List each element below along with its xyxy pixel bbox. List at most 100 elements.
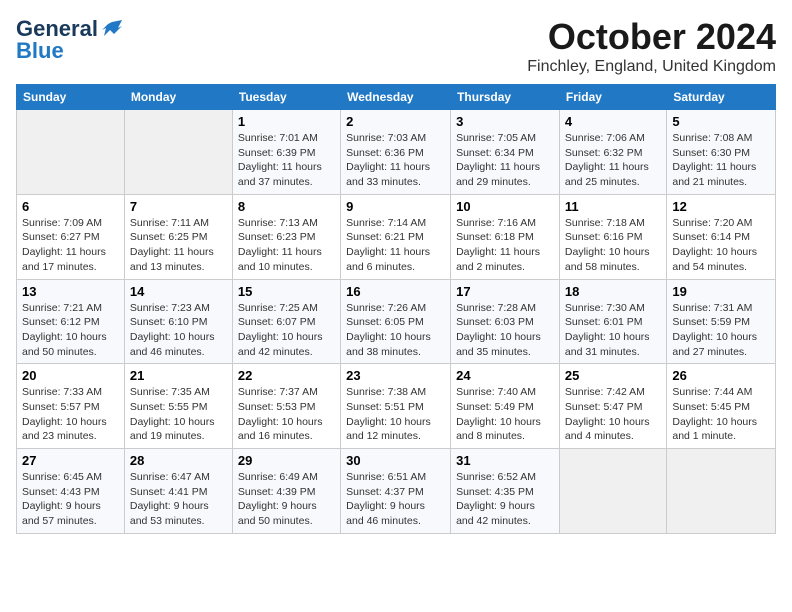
calendar-header-row: SundayMondayTuesdayWednesdayThursdayFrid… (17, 85, 776, 110)
day-number: 22 (238, 368, 335, 383)
calendar-cell: 13 Sunrise: 7:21 AM Sunset: 6:12 PM Dayli… (17, 279, 125, 364)
calendar-cell: 26 Sunrise: 7:44 AM Sunset: 5:45 PM Dayli… (667, 364, 776, 449)
day-info: Sunrise: 7:05 AM Sunset: 6:34 PM Dayligh… (456, 131, 554, 190)
header-day-saturday: Saturday (667, 85, 776, 110)
day-info: Sunrise: 6:49 AM Sunset: 4:39 PM Dayligh… (238, 470, 335, 529)
calendar-cell: 21 Sunrise: 7:35 AM Sunset: 5:55 PM Dayli… (124, 364, 232, 449)
day-info: Sunrise: 7:16 AM Sunset: 6:18 PM Dayligh… (456, 216, 554, 275)
day-number: 27 (22, 453, 119, 468)
header-day-tuesday: Tuesday (232, 85, 340, 110)
title-area: October 2024 Finchley, England, United K… (527, 16, 776, 76)
day-number: 5 (672, 114, 770, 129)
calendar-cell (17, 110, 125, 195)
day-info: Sunrise: 7:37 AM Sunset: 5:53 PM Dayligh… (238, 385, 335, 444)
calendar-cell: 1 Sunrise: 7:01 AM Sunset: 6:39 PM Daylig… (232, 110, 340, 195)
day-number: 4 (565, 114, 661, 129)
day-number: 12 (672, 199, 770, 214)
day-info: Sunrise: 7:42 AM Sunset: 5:47 PM Dayligh… (565, 385, 661, 444)
header-day-thursday: Thursday (451, 85, 560, 110)
calendar-cell: 12Sunrise: 7:20 AM Sunset: 6:14 PM Dayli… (667, 194, 776, 279)
calendar-cell: 23 Sunrise: 7:38 AM Sunset: 5:51 PM Dayli… (341, 364, 451, 449)
location-title: Finchley, England, United Kingdom (527, 58, 776, 76)
day-number: 10 (456, 199, 554, 214)
day-info: Sunrise: 7:21 AM Sunset: 6:12 PM Dayligh… (22, 301, 119, 360)
calendar-cell: 11 Sunrise: 7:18 AM Sunset: 6:16 PM Dayli… (559, 194, 666, 279)
calendar-cell: 16 Sunrise: 7:26 AM Sunset: 6:05 PM Dayli… (341, 279, 451, 364)
calendar-cell: 24Sunrise: 7:40 AM Sunset: 5:49 PM Dayli… (451, 364, 560, 449)
calendar-cell: 7Sunrise: 7:11 AM Sunset: 6:25 PM Daylig… (124, 194, 232, 279)
header-day-friday: Friday (559, 85, 666, 110)
calendar-cell: 20 Sunrise: 7:33 AM Sunset: 5:57 PM Dayli… (17, 364, 125, 449)
header-day-sunday: Sunday (17, 85, 125, 110)
month-title: October 2024 (527, 16, 776, 58)
day-info: Sunrise: 6:45 AM Sunset: 4:43 PM Dayligh… (22, 470, 119, 529)
calendar-cell (667, 449, 776, 534)
day-number: 25 (565, 368, 661, 383)
day-info: Sunrise: 7:13 AM Sunset: 6:23 PM Dayligh… (238, 216, 335, 275)
day-info: Sunrise: 7:23 AM Sunset: 6:10 PM Dayligh… (130, 301, 227, 360)
calendar-cell: 17 Sunrise: 7:28 AM Sunset: 6:03 PM Dayli… (451, 279, 560, 364)
day-number: 29 (238, 453, 335, 468)
day-number: 6 (22, 199, 119, 214)
day-number: 1 (238, 114, 335, 129)
day-number: 17 (456, 284, 554, 299)
day-info: Sunrise: 7:25 AM Sunset: 6:07 PM Dayligh… (238, 301, 335, 360)
calendar-cell: 2 Sunrise: 7:03 AM Sunset: 6:36 PM Daylig… (341, 110, 451, 195)
day-info: Sunrise: 7:35 AM Sunset: 5:55 PM Dayligh… (130, 385, 227, 444)
calendar-cell: 29 Sunrise: 6:49 AM Sunset: 4:39 PM Dayli… (232, 449, 340, 534)
day-info: Sunrise: 6:52 AM Sunset: 4:35 PM Dayligh… (456, 470, 554, 529)
day-number: 16 (346, 284, 445, 299)
calendar-cell (559, 449, 666, 534)
calendar-cell: 5 Sunrise: 7:08 AM Sunset: 6:30 PM Daylig… (667, 110, 776, 195)
day-info: Sunrise: 7:30 AM Sunset: 6:01 PM Dayligh… (565, 301, 661, 360)
calendar-cell: 22 Sunrise: 7:37 AM Sunset: 5:53 PM Dayli… (232, 364, 340, 449)
day-info: Sunrise: 7:38 AM Sunset: 5:51 PM Dayligh… (346, 385, 445, 444)
day-number: 23 (346, 368, 445, 383)
day-number: 24 (456, 368, 554, 383)
day-number: 8 (238, 199, 335, 214)
day-number: 11 (565, 199, 661, 214)
day-info: Sunrise: 7:26 AM Sunset: 6:05 PM Dayligh… (346, 301, 445, 360)
calendar-cell: 28Sunrise: 6:47 AM Sunset: 4:41 PM Dayli… (124, 449, 232, 534)
day-info: Sunrise: 7:28 AM Sunset: 6:03 PM Dayligh… (456, 301, 554, 360)
calendar-cell: 4 Sunrise: 7:06 AM Sunset: 6:32 PM Daylig… (559, 110, 666, 195)
calendar-week-row: 1 Sunrise: 7:01 AM Sunset: 6:39 PM Daylig… (17, 110, 776, 195)
day-info: Sunrise: 7:06 AM Sunset: 6:32 PM Dayligh… (565, 131, 661, 190)
calendar-week-row: 20 Sunrise: 7:33 AM Sunset: 5:57 PM Dayli… (17, 364, 776, 449)
day-number: 15 (238, 284, 335, 299)
calendar-week-row: 6 Sunrise: 7:09 AM Sunset: 6:27 PM Daylig… (17, 194, 776, 279)
calendar-cell: 31 Sunrise: 6:52 AM Sunset: 4:35 PM Dayli… (451, 449, 560, 534)
header: General Blue October 2024 Finchley, Engl… (16, 16, 776, 76)
day-number: 20 (22, 368, 119, 383)
day-number: 26 (672, 368, 770, 383)
day-info: Sunrise: 7:18 AM Sunset: 6:16 PM Dayligh… (565, 216, 661, 275)
day-info: Sunrise: 7:08 AM Sunset: 6:30 PM Dayligh… (672, 131, 770, 190)
day-number: 14 (130, 284, 227, 299)
day-number: 18 (565, 284, 661, 299)
day-info: Sunrise: 6:51 AM Sunset: 4:37 PM Dayligh… (346, 470, 445, 529)
calendar-cell: 19Sunrise: 7:31 AM Sunset: 5:59 PM Dayli… (667, 279, 776, 364)
day-info: Sunrise: 7:33 AM Sunset: 5:57 PM Dayligh… (22, 385, 119, 444)
header-day-wednesday: Wednesday (341, 85, 451, 110)
calendar-cell: 18 Sunrise: 7:30 AM Sunset: 6:01 PM Dayli… (559, 279, 666, 364)
day-number: 30 (346, 453, 445, 468)
day-number: 9 (346, 199, 445, 214)
calendar-cell: 10 Sunrise: 7:16 AM Sunset: 6:18 PM Dayli… (451, 194, 560, 279)
day-info: Sunrise: 7:03 AM Sunset: 6:36 PM Dayligh… (346, 131, 445, 190)
day-info: Sunrise: 7:01 AM Sunset: 6:39 PM Dayligh… (238, 131, 335, 190)
calendar-cell: 9Sunrise: 7:14 AM Sunset: 6:21 PM Daylig… (341, 194, 451, 279)
day-number: 7 (130, 199, 227, 214)
day-info: Sunrise: 7:09 AM Sunset: 6:27 PM Dayligh… (22, 216, 119, 275)
calendar-cell: 8 Sunrise: 7:13 AM Sunset: 6:23 PM Daylig… (232, 194, 340, 279)
day-number: 13 (22, 284, 119, 299)
day-number: 31 (456, 453, 554, 468)
day-number: 2 (346, 114, 445, 129)
calendar-week-row: 27 Sunrise: 6:45 AM Sunset: 4:43 PM Dayli… (17, 449, 776, 534)
calendar-cell: 14 Sunrise: 7:23 AM Sunset: 6:10 PM Dayli… (124, 279, 232, 364)
day-info: Sunrise: 7:44 AM Sunset: 5:45 PM Dayligh… (672, 385, 770, 444)
day-number: 21 (130, 368, 227, 383)
calendar-week-row: 13 Sunrise: 7:21 AM Sunset: 6:12 PM Dayli… (17, 279, 776, 364)
calendar-cell: 25 Sunrise: 7:42 AM Sunset: 5:47 PM Dayli… (559, 364, 666, 449)
day-number: 3 (456, 114, 554, 129)
logo-bird-icon (100, 18, 122, 40)
